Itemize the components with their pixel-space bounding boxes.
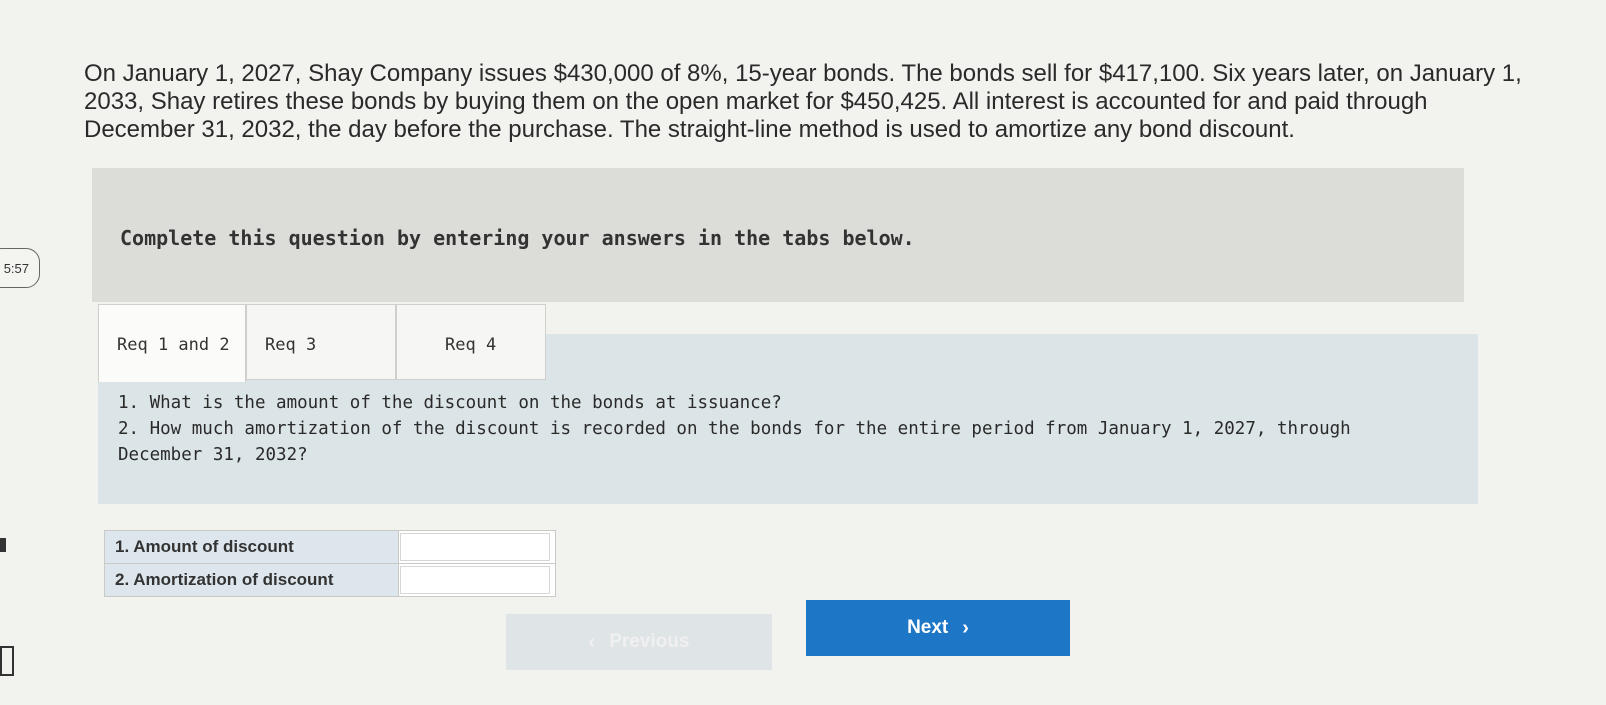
table-row: 1. Amount of discount — [104, 530, 556, 564]
question-2: 2. How much amortization of the discount… — [118, 419, 1351, 465]
tab-req-4[interactable]: Req 4 — [396, 304, 546, 380]
timer-badge: 5:57 — [0, 248, 40, 288]
edge-marker — [0, 538, 6, 552]
instruction-text: Complete this question by entering your … — [120, 226, 915, 250]
answer-cell — [398, 563, 556, 597]
chevron-left-icon: ‹ — [588, 630, 596, 653]
previous-button[interactable]: ‹ Previous — [506, 614, 772, 670]
table-row: 2. Amortization of discount — [104, 563, 556, 597]
edge-marker — [0, 646, 14, 676]
tab-req-1-and-2[interactable]: Req 1 and 2 — [98, 304, 246, 382]
question-list: 1. What is the amount of the discount on… — [118, 390, 1438, 468]
problem-statement: On January 1, 2027, Shay Company issues … — [84, 60, 1522, 143]
next-label: Next — [907, 617, 949, 638]
answer-label-discount: 1. Amount of discount — [104, 530, 399, 564]
requirement-tabs: Req 1 and 2 Req 3 Req 4 — [98, 304, 546, 382]
question-1: 1. What is the amount of the discount on… — [118, 393, 782, 413]
next-button[interactable]: Next › — [806, 600, 1070, 656]
tab-req-3[interactable]: Req 3 — [246, 304, 396, 380]
chevron-right-icon: › — [962, 616, 969, 639]
answer-cell — [398, 530, 556, 564]
answer-table: 1. Amount of discount 2. Amortization of… — [104, 530, 556, 597]
amortization-of-discount-input[interactable] — [400, 566, 550, 594]
amount-of-discount-input[interactable] — [400, 533, 550, 561]
previous-label: Previous — [609, 631, 690, 652]
answer-label-amortization: 2. Amortization of discount — [104, 563, 399, 597]
